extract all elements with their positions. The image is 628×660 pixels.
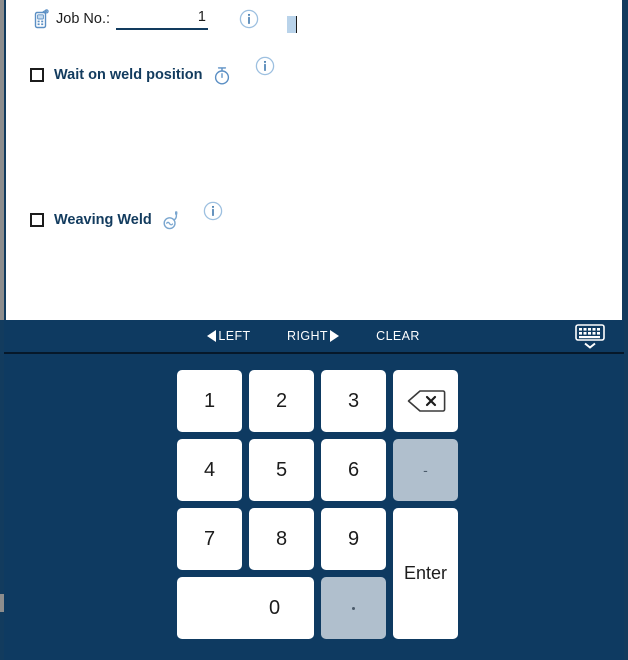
key-4[interactable]: 4 bbox=[177, 439, 242, 501]
form-panel: Job No.: Wait on weld position bbox=[4, 0, 624, 320]
key-backspace[interactable] bbox=[393, 370, 458, 432]
key-5[interactable]: 5 bbox=[249, 439, 314, 501]
key-2[interactable]: 2 bbox=[249, 370, 314, 432]
job-number-label: Job No.: bbox=[56, 11, 110, 27]
key-decimal[interactable] bbox=[321, 577, 386, 639]
hide-keyboard-icon bbox=[575, 324, 605, 349]
arrow-left-icon bbox=[207, 330, 217, 342]
key-9-label: 9 bbox=[347, 527, 360, 550]
key-1[interactable]: 1 bbox=[177, 370, 242, 432]
key-4-label: 4 bbox=[203, 458, 216, 481]
numeric-keypad: 1 2 3 4 5 6 - 7 8 9 Enter 0 bbox=[4, 354, 624, 660]
key-1-label: 1 bbox=[203, 389, 216, 412]
key-5-label: 5 bbox=[275, 458, 288, 481]
key-8-label: 8 bbox=[275, 527, 288, 550]
text-caret bbox=[296, 16, 297, 33]
cursor-right-label: RIGHT bbox=[287, 329, 328, 343]
key-2-label: 2 bbox=[275, 389, 288, 412]
wait-on-weld-position-row[interactable]: Wait on weld position bbox=[30, 56, 276, 90]
job-device-icon bbox=[30, 8, 50, 30]
right-edge-rail bbox=[624, 0, 628, 660]
info-circle-icon[interactable] bbox=[238, 8, 260, 30]
info-circle-icon[interactable] bbox=[202, 200, 224, 222]
wait-on-weld-position-label: Wait on weld position bbox=[54, 67, 203, 83]
clear-button[interactable]: CLEAR bbox=[366, 320, 430, 352]
job-number-row: Job No.: bbox=[30, 5, 297, 33]
weaving-weld-checkbox[interactable] bbox=[30, 213, 44, 227]
key-enter[interactable]: Enter bbox=[393, 508, 458, 639]
keypad-grid: 1 2 3 4 5 6 - 7 8 9 Enter 0 bbox=[177, 370, 458, 639]
key-3[interactable]: 3 bbox=[321, 370, 386, 432]
key-8[interactable]: 8 bbox=[249, 508, 314, 570]
key-3-label: 3 bbox=[347, 389, 360, 412]
key-7-label: 7 bbox=[203, 527, 216, 550]
clear-label: CLEAR bbox=[376, 329, 420, 343]
key-7[interactable]: 7 bbox=[177, 508, 242, 570]
keyboard-toolbar: LEFT RIGHT CLEAR bbox=[4, 320, 624, 354]
wait-on-weld-position-checkbox[interactable] bbox=[30, 68, 44, 82]
key-0[interactable]: 0 bbox=[177, 577, 314, 639]
key-decimal-label bbox=[352, 606, 355, 610]
job-number-input[interactable] bbox=[116, 9, 208, 30]
key-6-label: 6 bbox=[347, 458, 360, 481]
key-minus[interactable]: - bbox=[393, 439, 458, 501]
cursor-left-label: LEFT bbox=[218, 329, 251, 343]
key-minus-label: - bbox=[423, 462, 428, 478]
info-circle-icon[interactable] bbox=[254, 55, 276, 77]
arrow-right-icon bbox=[329, 330, 339, 342]
key-enter-label: Enter bbox=[403, 563, 448, 583]
weaving-weld-row[interactable]: Weaving Weld bbox=[30, 201, 224, 235]
key-6[interactable]: 6 bbox=[321, 439, 386, 501]
numeric-keypad-screen: Job No.: Wait on weld position bbox=[0, 0, 628, 660]
key-0-label: 0 bbox=[268, 596, 281, 619]
hide-keyboard-button[interactable] bbox=[570, 320, 610, 352]
weaving-weld-label: Weaving Weld bbox=[54, 212, 152, 228]
backspace-icon bbox=[407, 390, 445, 412]
cursor-right-button[interactable]: RIGHT bbox=[276, 320, 350, 352]
cursor-left-button[interactable]: LEFT bbox=[194, 320, 264, 352]
job-number-selection bbox=[287, 16, 296, 33]
weaving-weld-icon bbox=[160, 208, 184, 232]
key-9[interactable]: 9 bbox=[321, 508, 386, 570]
stopwatch-icon bbox=[210, 63, 234, 87]
